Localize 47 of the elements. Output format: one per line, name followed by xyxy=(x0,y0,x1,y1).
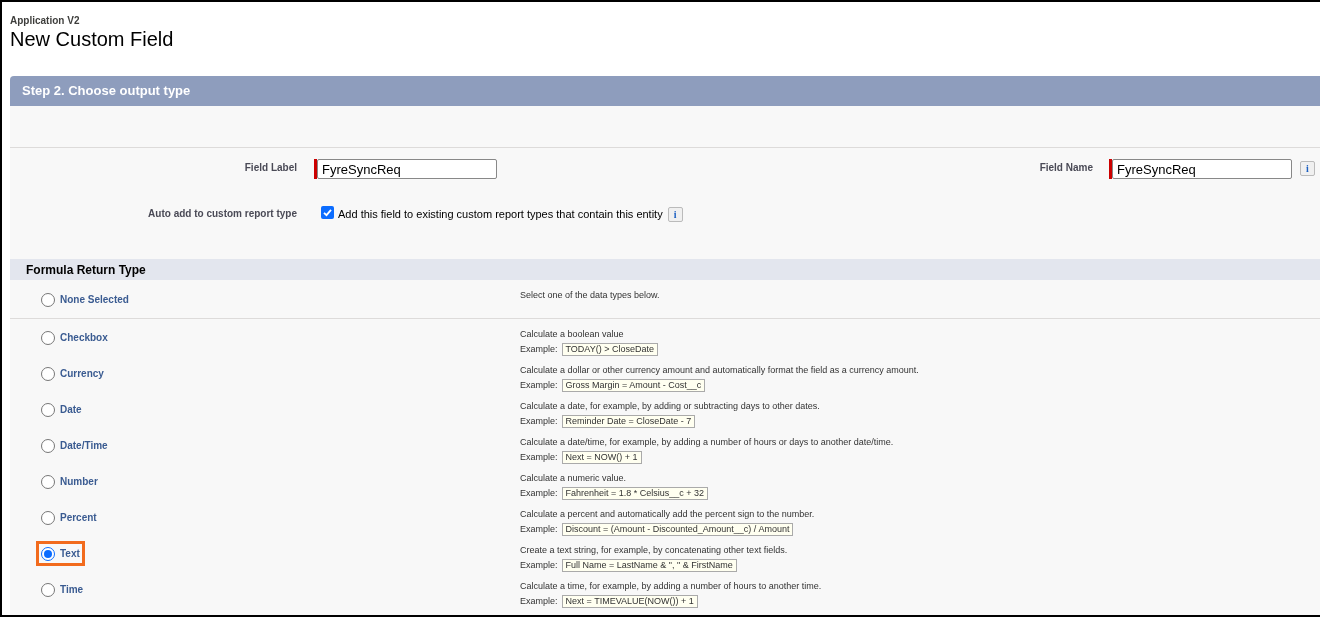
example-label: Example: xyxy=(520,488,558,499)
page-title: New Custom Field xyxy=(10,27,175,51)
checkbox[interactable] xyxy=(321,206,334,219)
auto-add-label: Auto add to custom report type xyxy=(147,207,297,221)
option-description: Calculate a time, for example, by adding a number of hours to another time. xyxy=(520,581,822,592)
option-description: Create a text string, for example, by concatenating other text fields. xyxy=(520,545,788,556)
breadcrumb: Application V2 xyxy=(10,15,81,27)
option-description: Calculate a boolean value xyxy=(520,329,625,340)
example-label: Example: xyxy=(520,416,558,427)
example-label: Example: xyxy=(520,560,558,571)
example-formula: Gross Margin = Amount - Cost__c xyxy=(561,379,706,392)
radio-option[interactable]: Date xyxy=(36,402,87,417)
radio-option[interactable]: Percent xyxy=(36,510,102,525)
example-formula: Discount = (Amount - Discounted_Amount__c) / Amount xyxy=(561,523,794,536)
example-label: Example: xyxy=(520,452,558,463)
checkbox-label: Add this field to existing custom report types that contain this entity xyxy=(338,207,663,222)
option-description: Calculate a percent and automatically add the percent sign to the number. xyxy=(520,509,815,520)
radio-option[interactable]: Currency xyxy=(36,366,109,381)
example-label: Example: xyxy=(520,596,558,607)
option-description: Calculate a date/time, for example, by adding a number of hours or days to another date/time. xyxy=(520,437,894,448)
field-name-input[interactable]: FyreSyncReq xyxy=(1112,159,1292,179)
example-label: Example: xyxy=(520,344,558,355)
example-formula: Fahrenheit = 1.8 * Celsius__c + 32 xyxy=(561,487,709,500)
field-name-label: Field Name xyxy=(1038,161,1093,175)
example-label: Example: xyxy=(520,524,558,535)
radio-option[interactable]: Text xyxy=(36,541,85,566)
option-description: Calculate a date, for example, by adding or subtracting days to other dates. xyxy=(520,401,820,412)
info-button[interactable]: i xyxy=(667,207,683,222)
section-header: Formula Return Type xyxy=(10,259,1320,280)
example-formula: TODAY() > CloseDate xyxy=(561,343,658,356)
step-header: Step 2. Choose output type xyxy=(10,76,1320,106)
radio-option[interactable]: None Selected xyxy=(36,292,134,307)
example-label: Example: xyxy=(520,380,558,391)
field-label-label: Field Label xyxy=(243,161,297,175)
radio-option[interactable]: Time xyxy=(36,582,89,597)
field-label-input[interactable]: FyreSyncReq xyxy=(317,159,497,179)
info-button[interactable]: i xyxy=(1300,161,1315,176)
option-description: Calculate a dollar or other currency amount and automatically format the field as a currency amount. xyxy=(520,365,919,376)
option-description: Select one of the data types below. xyxy=(520,290,660,301)
radio-option[interactable]: Checkbox xyxy=(36,330,113,345)
example-formula: Next = NOW() + 1 xyxy=(561,451,642,464)
radio-option[interactable]: Number xyxy=(36,474,103,489)
example-formula: Reminder Date = CloseDate - 7 xyxy=(561,415,696,428)
option-description: Calculate a numeric value. xyxy=(520,473,628,484)
example-formula: Full Name = LastName & ", " & FirstName xyxy=(561,559,737,572)
radio-option[interactable]: Date/Time xyxy=(36,438,113,453)
example-formula: Next = TIMEVALUE(NOW()) + 1 xyxy=(561,595,698,608)
